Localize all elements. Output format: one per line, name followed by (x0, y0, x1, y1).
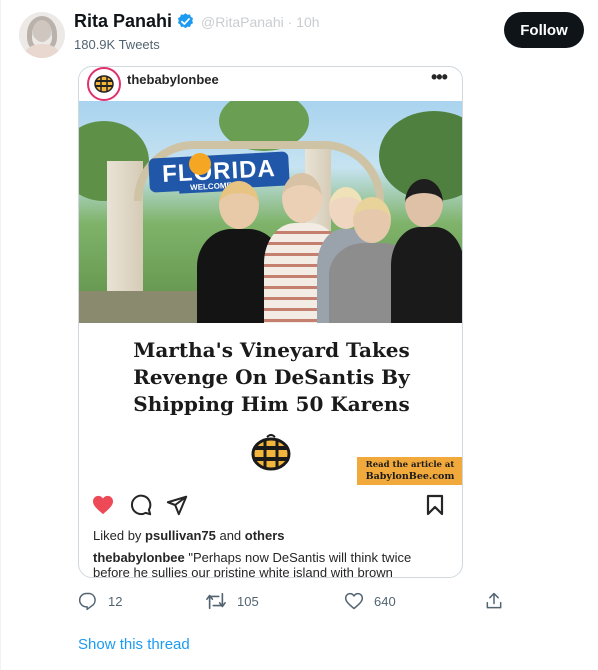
follow-button[interactable]: Follow (504, 12, 584, 48)
heart-filled-icon (91, 493, 115, 517)
read-box-line: Read the article at (365, 460, 455, 470)
retweet-count: 105 (237, 593, 259, 609)
like-count: 640 (374, 593, 396, 609)
liked-user: psullivan75 (145, 528, 216, 543)
more-options-icon: ••• (431, 67, 448, 87)
liked-mid: and (215, 528, 245, 543)
headline-line: Revenge On DeSantis By (133, 365, 410, 389)
reply-icon (78, 592, 96, 611)
sun-shape (189, 153, 211, 175)
retweet-button[interactable]: 105 (205, 590, 259, 612)
avatar[interactable] (19, 12, 65, 58)
heart-icon (344, 592, 364, 610)
liked-others: others (244, 528, 285, 543)
headline-line: Shipping Him 50 Karens (133, 392, 410, 416)
article-photo: FLORIDA WELCOME (79, 101, 462, 323)
reply-button[interactable]: 12 (78, 590, 122, 612)
ig-action-bar (79, 493, 462, 521)
read-article-badge: Read the article at BabylonBee.com (357, 457, 462, 485)
ig-username: thebabylonbee (127, 72, 219, 87)
display-name[interactable]: Rita Panahi (74, 11, 172, 32)
tweet-count: 180.9K Tweets (74, 37, 160, 52)
liked-prefix: Liked by (93, 528, 146, 543)
ig-caption: thebabylonbee "Perhaps now DeSantis will… (93, 550, 433, 577)
headline-line: Martha's Vineyard Takes (133, 338, 410, 362)
share-tweet-button[interactable] (484, 590, 504, 612)
reply-count: 12 (108, 593, 123, 609)
retweet-icon (206, 592, 226, 610)
babylon-bee-bee-icon (249, 433, 293, 473)
author-info: Rita Panahi @RitaPanahi · 10h (74, 11, 320, 32)
share-icon (165, 493, 189, 517)
share-upload-icon (486, 592, 502, 609)
article-headline: Martha's Vineyard Takes Revenge On DeSan… (79, 337, 462, 418)
liked-by-text: Liked by psullivan75 and others (93, 528, 285, 543)
bookmark-icon (423, 493, 447, 517)
comment-icon (129, 493, 153, 517)
like-button[interactable]: 640 (344, 590, 396, 612)
tweet-panel: Rita Panahi @RitaPanahi · 10h 180.9K Twe… (0, 0, 598, 670)
embedded-image-card[interactable]: thebabylonbee ••• FLORIDA WELCOME Martha… (78, 66, 463, 578)
read-box-line: BabylonBee.com (365, 471, 455, 482)
verified-badge-icon (176, 12, 195, 31)
handle-timestamp[interactable]: @RitaPanahi · 10h (201, 14, 320, 30)
ig-header: thebabylonbee ••• (79, 67, 462, 101)
babylon-bee-logo-icon (87, 67, 121, 101)
show-thread-link[interactable]: Show this thread (78, 636, 190, 653)
caption-user: thebabylonbee (93, 550, 185, 565)
